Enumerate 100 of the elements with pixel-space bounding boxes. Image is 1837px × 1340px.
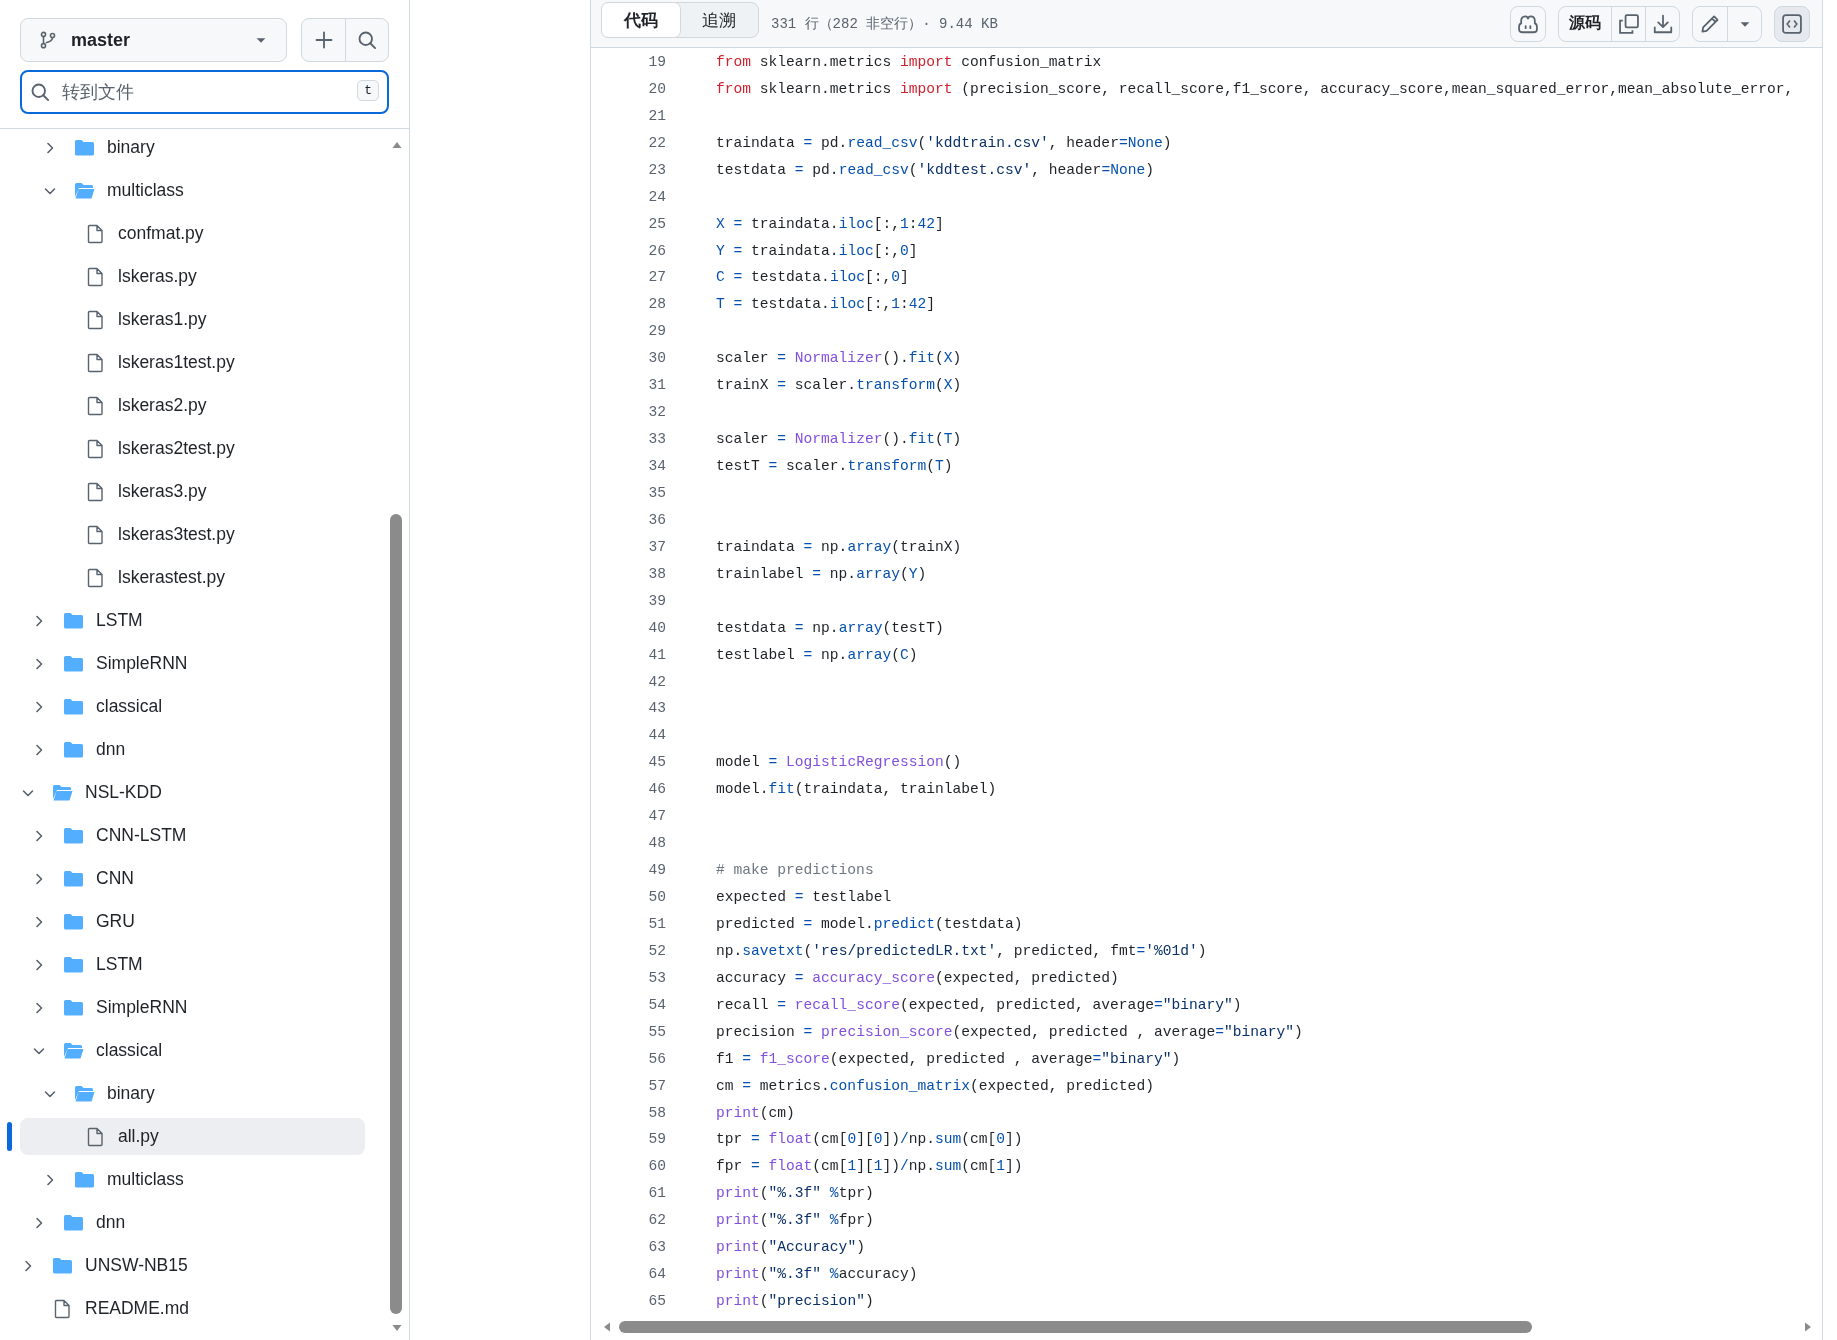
code-line: print("%.3f" %accuracy)	[716, 1266, 918, 1283]
code-line: print(cm)	[716, 1104, 795, 1121]
code-line: testT = scaler.transform(T)	[716, 458, 953, 475]
tree-item[interactable]: lskeras2.py	[20, 387, 365, 424]
tree-item[interactable]: NSL-KDD	[20, 774, 365, 811]
code-line: trainX = scaler.transform(X)	[716, 377, 962, 394]
copy-icon	[1617, 12, 1640, 35]
line-number: 44	[647, 727, 666, 744]
line-number: 34	[647, 458, 666, 475]
tree-item[interactable]: lskeras3test.py	[20, 516, 365, 553]
tree-item[interactable]: UNSW-NB15	[20, 1247, 365, 1284]
folder-icon	[74, 137, 95, 158]
tree-item[interactable]: dnn	[20, 1204, 365, 1241]
branch-icon	[39, 31, 57, 49]
line-number: 65	[647, 1293, 666, 1310]
tree-item[interactable]: lskeras1.py	[20, 301, 365, 338]
symbols-button[interactable]	[1774, 5, 1810, 42]
code-line: testdata = pd.read_csv('kddtest.csv', header=None)	[716, 161, 1154, 178]
line-number: 21	[647, 107, 666, 124]
code-line: print("%.3f" %tpr)	[716, 1185, 874, 1202]
code-line: Y = traindata.iloc[:,0]	[716, 242, 918, 259]
line-number: 51	[647, 915, 666, 932]
code-line: print("%.3f" %fpr)	[716, 1212, 874, 1229]
search-icon	[30, 82, 50, 102]
line-number: 55	[647, 1023, 666, 1040]
file-icon	[85, 266, 106, 287]
scrollbar-thumb[interactable]	[390, 514, 402, 1314]
download-icon	[1651, 12, 1674, 35]
file-icon	[85, 223, 106, 244]
tree-item[interactable]: multiclass	[20, 172, 365, 209]
tree-item[interactable]: lskeras2test.py	[20, 430, 365, 467]
line-number: 40	[647, 619, 666, 636]
robot-button[interactable]	[1510, 5, 1546, 42]
file-icon	[85, 524, 106, 545]
file-icon	[85, 438, 106, 459]
line-number: 43	[647, 700, 666, 717]
tree-item[interactable]: lskerastest.py	[20, 559, 365, 596]
folder-icon	[63, 696, 84, 717]
tree-item[interactable]: CNN	[20, 860, 365, 897]
code-line: # make predictions	[716, 862, 874, 879]
tree-item[interactable]: multiclass	[20, 1161, 365, 1198]
folder-icon	[74, 1169, 95, 1190]
line-number: 31	[647, 377, 666, 394]
open-folder-icon	[74, 1083, 95, 1104]
view-tab[interactable]: 追溯	[680, 3, 758, 37]
line-number: 28	[647, 296, 666, 313]
tree-item[interactable]: dnn	[20, 731, 365, 768]
code-line: trainlabel = np.array(Y)	[716, 565, 927, 582]
tree-item[interactable]: LSTM	[20, 946, 365, 983]
tree-item[interactable]: lskeras3.py	[20, 473, 365, 510]
tree-item[interactable]: binary	[20, 129, 365, 166]
code-line: scaler = Normalizer().fit(T)	[716, 431, 962, 448]
line-number: 27	[647, 269, 666, 286]
line-number: 38	[647, 565, 666, 582]
tree-item[interactable]: LSTM	[20, 602, 365, 639]
open-folder-icon	[52, 782, 73, 803]
line-number: 50	[647, 889, 666, 906]
folder-icon	[63, 653, 84, 674]
branch-selector[interactable]: master	[20, 18, 287, 62]
tree-item[interactable]: lskeras.py	[20, 258, 365, 295]
tree-item[interactable]: classical	[20, 688, 365, 725]
line-number: 35	[647, 484, 666, 501]
line-number: 26	[647, 242, 666, 259]
line-number: 52	[647, 942, 666, 959]
code-line: C = testdata.iloc[:,0]	[716, 269, 909, 286]
folder-icon	[63, 1212, 84, 1233]
tree-item[interactable]: SimpleRNN	[20, 989, 365, 1026]
line-number: 19	[647, 53, 666, 70]
tree-item[interactable]: GRU	[20, 903, 365, 940]
scrollbar-thumb[interactable]	[619, 1321, 1532, 1333]
code-square-icon	[1781, 12, 1803, 35]
code-line: model = LogisticRegression()	[716, 754, 962, 771]
code-line: from sklearn.metrics import confusion_matrix	[716, 53, 1102, 70]
file-icon	[85, 352, 106, 373]
tree-item[interactable]: lskeras1test.py	[20, 344, 365, 381]
code-line: print("Accuracy")	[716, 1239, 865, 1256]
line-number: 57	[647, 1077, 666, 1094]
search-icon	[357, 30, 377, 50]
plus-icon	[313, 30, 334, 50]
tree-item[interactable]: confmat.py	[20, 215, 365, 252]
tree-item[interactable]: SimpleRNN	[20, 645, 365, 682]
folder-icon	[63, 739, 84, 760]
code-line: scaler = Normalizer().fit(X)	[716, 350, 962, 367]
tree-item[interactable]: binary	[20, 1075, 365, 1112]
tree-item[interactable]: CNN-LSTM	[20, 817, 365, 854]
folder-icon	[63, 610, 84, 631]
code-line: traindata = np.array(trainX)	[716, 538, 962, 555]
tree-item[interactable]: classical	[20, 1032, 365, 1069]
tree-item[interactable]: README.md	[20, 1290, 365, 1327]
view-tab[interactable]: 代码	[601, 2, 681, 38]
folder-icon	[63, 868, 84, 889]
line-number: 54	[647, 996, 666, 1013]
code-line: model.fit(traindata, trainlabel)	[716, 781, 997, 798]
line-number: 45	[647, 754, 666, 771]
code-line: testdata = np.array(testT)	[716, 619, 944, 636]
line-number: 33	[647, 431, 666, 448]
code-line: expected = testlabel	[716, 889, 892, 906]
line-number: 30	[647, 350, 666, 367]
folder-icon	[63, 825, 84, 846]
code-line: accuracy = accuracy_score(expected, predicted)	[716, 969, 1119, 986]
